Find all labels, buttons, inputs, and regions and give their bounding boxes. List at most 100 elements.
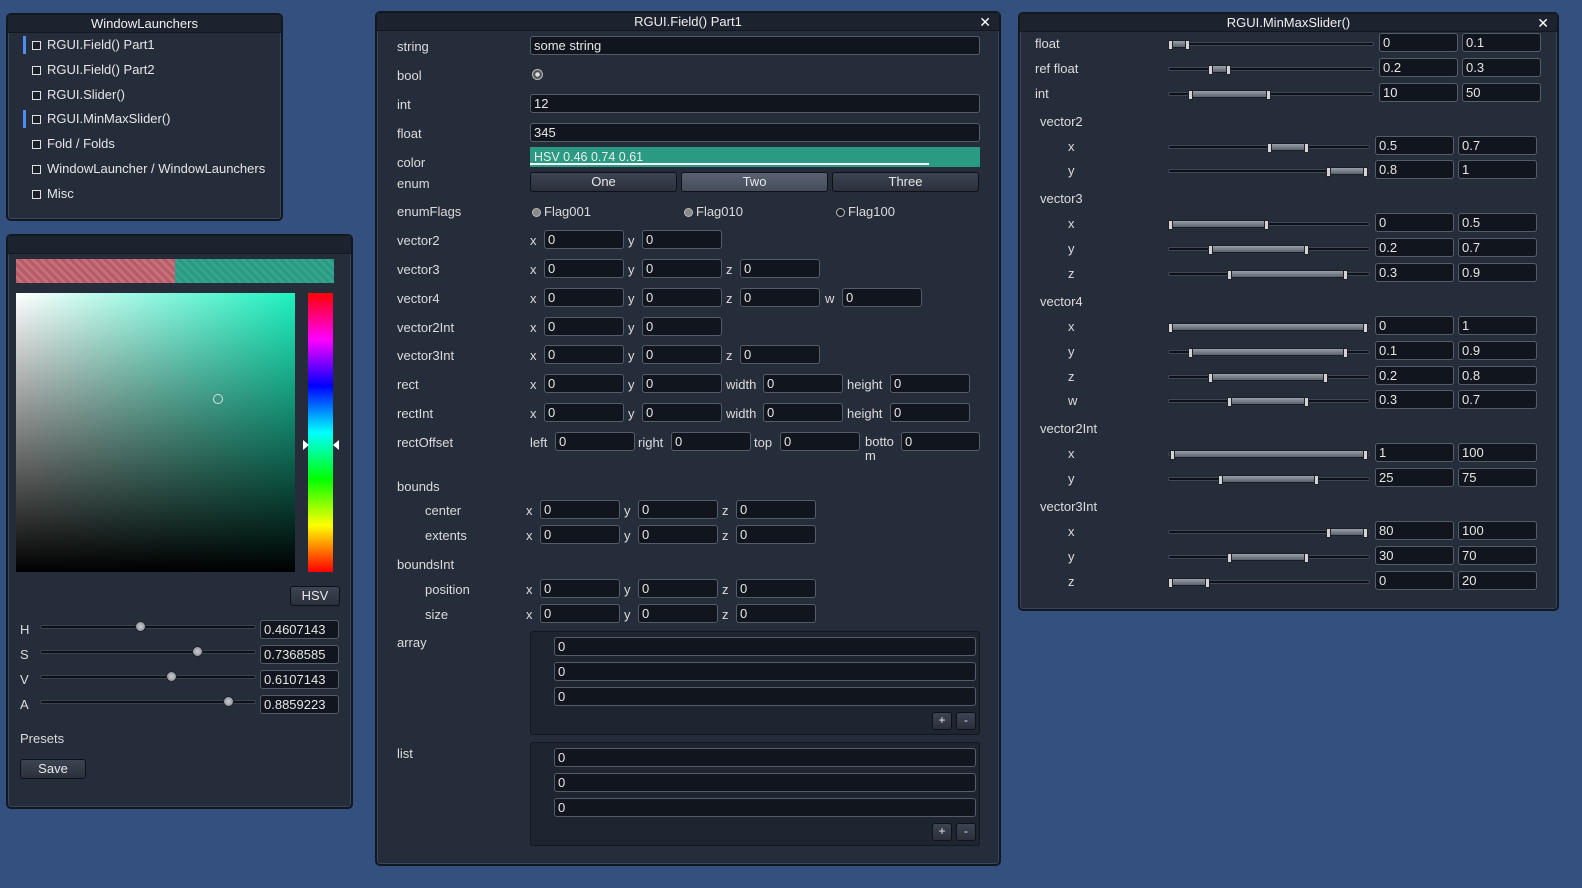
min-value-input[interactable]: 0.2 [1379, 57, 1458, 77]
hue-slider[interactable] [308, 293, 333, 572]
channel-slider-track[interactable] [40, 671, 256, 682]
list-element-input[interactable]: 0 [554, 748, 976, 767]
checkbox-icon[interactable] [32, 115, 41, 125]
minmax-slider-track[interactable] [1168, 220, 1370, 231]
vector-component-input[interactable]: 0 [544, 403, 624, 422]
list-element-input[interactable]: 0 [554, 662, 976, 681]
vector-component-input[interactable]: 0 [544, 317, 624, 336]
minmax-slider-range[interactable] [1326, 528, 1368, 539]
min-value-input[interactable]: 0 [1375, 316, 1454, 335]
minmax-slider-track[interactable] [1168, 553, 1370, 563]
min-value-input[interactable]: 80 [1375, 521, 1454, 541]
checkbox-icon[interactable] [32, 65, 41, 75]
color-mode-button[interactable]: HSV [290, 586, 340, 606]
max-value-input[interactable]: 0.9 [1458, 263, 1537, 282]
minmax-slider-range[interactable] [1267, 142, 1309, 153]
minmax-slider-range[interactable] [1188, 89, 1271, 100]
vector-component-input[interactable]: 0 [740, 288, 820, 307]
max-value-input[interactable]: 100 [1458, 521, 1537, 541]
channel-value-input[interactable]: 0.6107143 [260, 670, 339, 689]
vector-component-input[interactable]: 0 [638, 579, 718, 598]
min-value-input[interactable]: 0.8 [1375, 160, 1454, 180]
minmax-slider-range[interactable] [1207, 245, 1309, 256]
vector-component-input[interactable]: 0 [671, 432, 751, 451]
channel-slider-thumb[interactable] [222, 696, 234, 707]
checkbox-icon[interactable] [32, 189, 41, 199]
minmax-slider-track[interactable] [1168, 372, 1370, 383]
launcher-item[interactable]: Fold / Folds [32, 136, 115, 151]
list-element-input[interactable]: 0 [554, 637, 976, 656]
min-value-input[interactable]: 0.3 [1375, 263, 1454, 282]
minmax-slider-track[interactable] [1168, 64, 1374, 75]
close-icon[interactable]: ✕ [979, 13, 991, 31]
vector-component-input[interactable]: 0 [736, 500, 816, 519]
max-value-input[interactable]: 0.7 [1458, 135, 1537, 155]
vector-component-input[interactable]: 0 [842, 288, 922, 307]
add-element-button[interactable]: + [932, 823, 952, 841]
vector-component-input[interactable]: 0 [763, 374, 843, 393]
minmax-slider-track[interactable] [1168, 245, 1370, 256]
vector-component-input[interactable]: 0 [544, 345, 624, 364]
list-element-input[interactable]: 0 [554, 798, 976, 817]
add-element-button[interactable]: + [932, 712, 952, 730]
vector-component-input[interactable]: 0 [638, 525, 718, 544]
minmax-slider-range[interactable] [1208, 64, 1231, 75]
vector-component-input[interactable]: 0 [780, 432, 860, 451]
max-value-input[interactable]: 0.1 [1462, 33, 1541, 52]
minmax-slider-range[interactable] [1169, 450, 1369, 461]
minmax-slider-track[interactable] [1168, 323, 1370, 333]
minmax-slider-range[interactable] [1227, 270, 1348, 280]
vector-component-input[interactable]: 0 [642, 317, 722, 336]
vector-component-input[interactable]: 0 [638, 604, 718, 623]
minmax-slider-track[interactable] [1168, 528, 1370, 539]
hue-marker-left[interactable] [303, 440, 309, 450]
vector-component-input[interactable]: 0 [642, 230, 722, 249]
channel-slider-track[interactable] [40, 696, 256, 707]
vector-component-input[interactable]: 0 [642, 374, 722, 393]
close-icon[interactable]: ✕ [1537, 14, 1549, 32]
channel-slider-thumb[interactable] [166, 671, 178, 682]
channel-value-input[interactable]: 0.7368585 [260, 645, 339, 664]
vector-component-input[interactable]: 0 [544, 259, 624, 278]
vector-component-input[interactable]: 0 [763, 403, 843, 422]
max-value-input[interactable]: 1 [1458, 160, 1537, 180]
bool-toggle[interactable] [532, 69, 543, 80]
minmax-slider-track[interactable] [1168, 475, 1370, 486]
min-value-input[interactable]: 0 [1379, 33, 1458, 52]
minmax-slider-range[interactable] [1168, 577, 1210, 588]
vector-component-input[interactable]: 0 [642, 288, 722, 307]
flag-radio-icon[interactable] [684, 208, 693, 217]
save-preset-button[interactable]: Save [20, 759, 86, 779]
flag-radio-icon[interactable] [836, 208, 845, 217]
minmax-slider-track[interactable] [1168, 577, 1370, 588]
max-value-input[interactable]: 100 [1458, 443, 1537, 463]
vector-component-input[interactable]: 0 [544, 230, 624, 249]
flag-toggle[interactable]: Flag001 [532, 204, 591, 219]
min-value-input[interactable]: 0 [1375, 570, 1454, 590]
vector-component-input[interactable]: 0 [642, 345, 722, 364]
channel-slider-thumb[interactable] [192, 646, 204, 657]
max-value-input[interactable]: 70 [1458, 546, 1537, 565]
minmax-slider-track[interactable] [1168, 142, 1370, 153]
launcher-item[interactable]: WindowLauncher / WindowLaunchers [32, 161, 265, 176]
max-value-input[interactable]: 0.8 [1458, 365, 1537, 385]
max-value-input[interactable]: 0.7 [1458, 390, 1537, 410]
minmax-slider-track[interactable] [1168, 450, 1370, 461]
vector-component-input[interactable]: 0 [736, 604, 816, 623]
checkbox-icon[interactable] [32, 41, 41, 50]
vector-component-input[interactable]: 0 [555, 432, 635, 451]
vector-component-input[interactable]: 0 [544, 288, 624, 307]
vector-component-input[interactable]: 0 [642, 259, 722, 278]
vector-component-input[interactable]: 0 [736, 579, 816, 598]
max-value-input[interactable]: 0.5 [1458, 213, 1537, 233]
vector-component-input[interactable]: 0 [901, 432, 980, 451]
float-input[interactable]: 345 [530, 123, 980, 142]
minmax-slider-track[interactable] [1167, 40, 1374, 50]
flag-toggle[interactable]: Flag100 [836, 204, 895, 219]
minmax-slider-range[interactable] [1167, 40, 1191, 50]
launcher-item[interactable]: RGUI.MinMaxSlider() [32, 111, 171, 126]
minmax-slider-track[interactable] [1168, 167, 1370, 178]
vector-component-input[interactable]: 0 [544, 374, 624, 393]
max-value-input[interactable]: 0.7 [1458, 238, 1537, 258]
vector-component-input[interactable]: 0 [736, 525, 816, 544]
